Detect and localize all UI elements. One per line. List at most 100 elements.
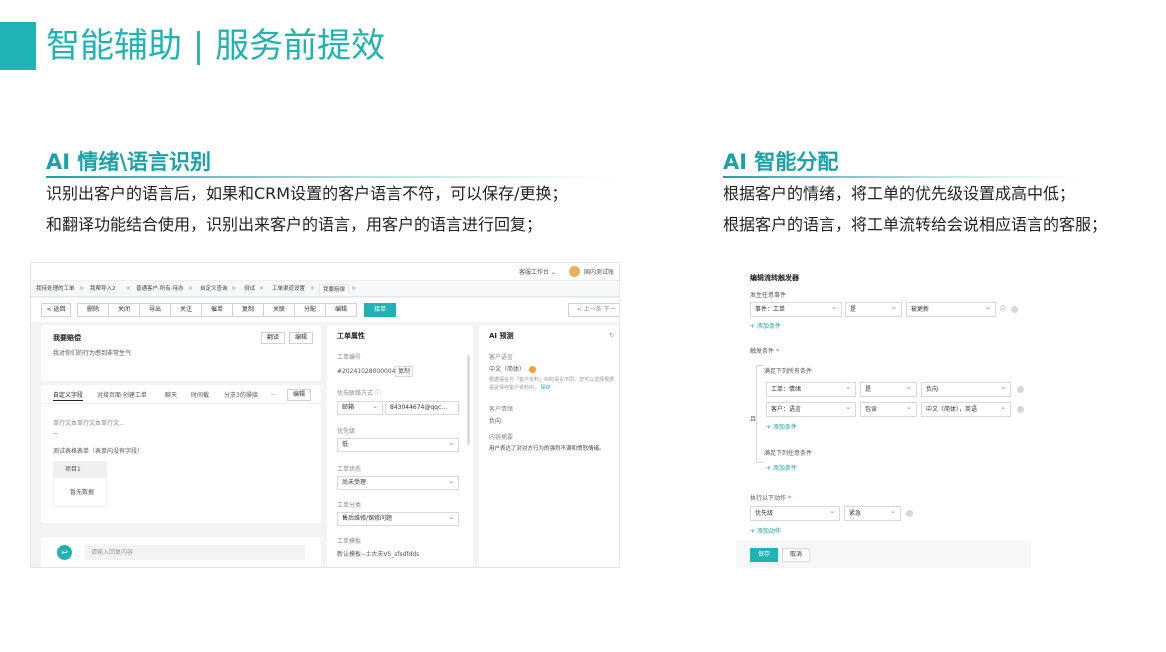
detail-edit-button[interactable]: 编辑	[287, 389, 311, 401]
copy-ticket-no-button[interactable]: 复制	[395, 366, 414, 377]
contact-type-select[interactable]: 邮箱	[337, 400, 383, 415]
tab-my-pending[interactable]: 我待处理的工单	[33, 284, 78, 295]
status-label: 工单状态	[337, 466, 362, 473]
remove-row-icon[interactable]	[906, 510, 913, 517]
contact-label: 优先联络方式 ⓘ	[337, 390, 381, 397]
reply-input[interactable]: 请输入回复内容	[85, 545, 305, 560]
add-condition-button[interactable]: + 添加条件	[750, 322, 781, 331]
reply-icon[interactable]: ↩	[57, 545, 72, 560]
tab-compensation[interactable]: 我要赔偿	[319, 284, 350, 295]
remove-row-icon[interactable]	[1011, 306, 1018, 313]
slide-title: 智能辅助 | 服务前提效	[46, 26, 386, 66]
add-action-button[interactable]: + 添加动作	[750, 527, 781, 536]
event-operator-select[interactable]: 是	[845, 301, 902, 317]
template-label: 工单模板	[337, 538, 362, 545]
workspace-switcher[interactable]: 客服工作台 ⌄	[519, 268, 556, 277]
summary-value: 用户表达了对对方行为的强烈不满和愤怒情绪。	[489, 446, 605, 452]
reply-panel: ↩ 请输入回复内容	[41, 537, 321, 567]
edit-button[interactable]: 编辑	[325, 303, 357, 317]
tab-branch[interactable]: 分支3的操接	[224, 391, 258, 400]
close-icon[interactable]: ×	[79, 284, 84, 293]
close-icon[interactable]: ×	[231, 284, 236, 293]
close-icon[interactable]: ×	[259, 284, 264, 293]
priority-select[interactable]: 低	[337, 437, 459, 452]
trigger-condition-label: 触发条件 *	[750, 348, 779, 355]
contact-value-field[interactable]: 843044674@qqc...	[385, 401, 459, 415]
scrollbar[interactable]	[467, 355, 470, 445]
copy-button[interactable]: 复制	[232, 303, 264, 317]
tab-import[interactable]: 我帮导入2	[87, 284, 119, 295]
tab-channel-settings[interactable]: 工单渠道设置	[269, 284, 308, 295]
tab-chat[interactable]: 聊天	[165, 391, 177, 400]
link-button[interactable]: 关联	[263, 303, 295, 317]
field-label: 单行文本单行文本单行文...	[53, 420, 125, 427]
translate-button[interactable]: 翻译	[261, 332, 285, 344]
back-button[interactable]: < 返回	[41, 303, 71, 317]
status-select[interactable]: 尚未受理	[337, 475, 459, 490]
title-accent-bar	[0, 22, 36, 70]
condition-value-select[interactable]: 中文（简体），英语	[921, 401, 1011, 417]
add-condition-button[interactable]: + 添加条件	[766, 464, 797, 473]
close-icon[interactable]: ×	[351, 284, 356, 293]
assign-button[interactable]: 分配	[294, 303, 326, 317]
condition-operator-select[interactable]: 包含	[860, 401, 917, 417]
tab-normal-customer[interactable]: 普通客户·所有·待办	[133, 284, 187, 295]
tab-timestamp[interactable]: 时间截	[191, 391, 209, 400]
accept-button[interactable]: 接单	[364, 303, 396, 317]
condition-operator-select[interactable]: 是	[860, 381, 917, 397]
right-section-rule	[723, 176, 1083, 178]
delete-button[interactable]: 删除	[77, 303, 109, 317]
left-section-line: 识别出客户的语言后，如果和CRM设置的客户语言不符，可以保存/更换；	[46, 184, 568, 203]
close-icon[interactable]: ×	[126, 284, 131, 293]
more-tabs-icon[interactable]: ···	[271, 391, 277, 400]
save-button[interactable]: 保存	[750, 548, 778, 562]
tab-create-ticket[interactable]: 对接页面·创建工单	[97, 391, 147, 400]
close-icon[interactable]: ×	[188, 284, 193, 293]
condition-value-select[interactable]: 负向	[921, 381, 1011, 397]
ticket-screenshot: 客服工作台 ⌄ 国内测试账 我待处理的工单 × 我帮导入2 × 普通客户·所有·…	[30, 262, 620, 568]
tab-custom-query[interactable]: 自定义查询	[197, 284, 231, 295]
condition-field-select[interactable]: 工单：情绪	[766, 381, 856, 397]
trigger-title: 编辑流转触发器	[750, 274, 799, 282]
table-empty: 暂无数据	[70, 489, 95, 496]
export-button[interactable]: 导出	[139, 303, 171, 317]
tab-test[interactable]: 测试	[241, 284, 258, 295]
table-header-cell: 项目1	[65, 466, 81, 473]
tab-custom-fields[interactable]: 自定义字段	[53, 391, 84, 401]
category-select[interactable]: 售后维修/保修问题	[337, 511, 459, 526]
attributes-title: 工单属性	[337, 332, 365, 340]
avatar[interactable]	[569, 266, 580, 277]
ai-panel-title: AI 预测	[489, 332, 514, 340]
event-label: 发生任意事件	[750, 292, 787, 299]
event-object-select[interactable]: 事件：工单	[750, 301, 842, 317]
event-value-select[interactable]: 被更新	[906, 301, 996, 317]
action-field-select[interactable]: 优先级	[750, 505, 840, 521]
attributes-panel: 工单属性 工单编号 #20241028000004 复制 优先联络方式 ⓘ 邮箱…	[327, 325, 473, 567]
cancel-button[interactable]: 取消	[782, 548, 810, 562]
close-ticket-button[interactable]: 关闭	[108, 303, 140, 317]
subject-edit-button[interactable]: 编辑	[289, 332, 313, 344]
divider	[41, 403, 321, 404]
remove-row-icon[interactable]	[1017, 406, 1024, 413]
action-label-text: 执行以下动作	[750, 495, 787, 502]
summary-label: 内容摘要	[489, 434, 514, 441]
add-condition-button[interactable]: + 添加条件	[766, 423, 797, 432]
customer-language-value: 中文（简体）	[489, 366, 526, 373]
save-language-link[interactable]: 保存	[541, 385, 551, 391]
close-icon[interactable]: ×	[310, 284, 315, 293]
condition-field-select[interactable]: 客户：语言	[766, 401, 856, 417]
remove-row-icon[interactable]	[1017, 386, 1024, 393]
refresh-icon[interactable]: ↻	[609, 331, 614, 340]
right-section-line: 根据客户的情绪，将工单的优先级设置成高中低；	[723, 184, 1076, 203]
ai-prediction-panel: AI 预测 ↻ 客户语言 中文（简体） 根据语言与「客户资料」中的语言不同。您可…	[479, 325, 619, 567]
action-value-select[interactable]: 紧急	[844, 505, 901, 521]
ticket-no-label: 工单编号	[337, 354, 362, 361]
follow-button[interactable]: 关注	[170, 303, 202, 317]
customer-emotion-value: 负向	[489, 418, 502, 425]
right-section-line: 根据客户的语言，将工单流转给会说相应语言的客服；	[723, 215, 1108, 234]
table-label: 测试表格表单（表单内没有字段）	[53, 448, 144, 455]
user-name: 国内测试账	[584, 269, 615, 276]
pager[interactable]: < 上一条 下一	[568, 303, 619, 317]
urge-button[interactable]: 催单	[201, 303, 233, 317]
subject-title: 我要赔偿	[53, 334, 81, 342]
